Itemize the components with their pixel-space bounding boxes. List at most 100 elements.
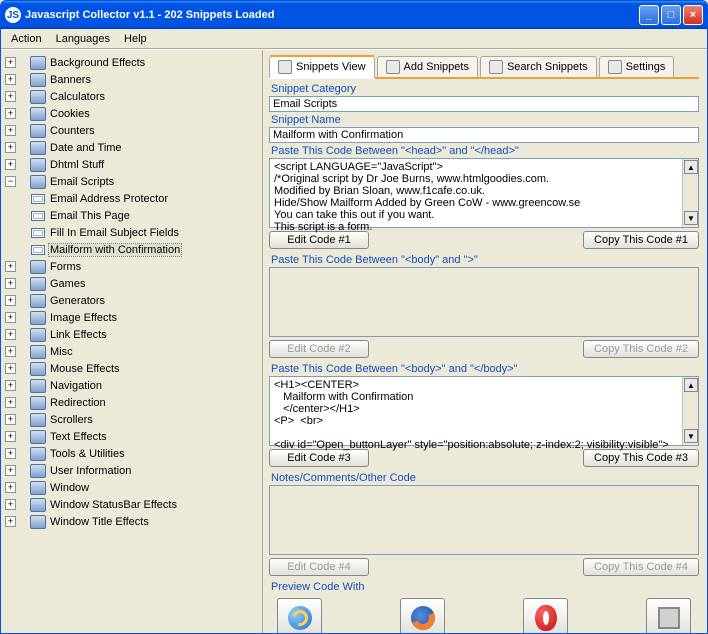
- tree-item[interactable]: +Image Effects: [3, 309, 260, 326]
- expand-icon[interactable]: +: [5, 431, 16, 442]
- code-box-4: [269, 485, 699, 555]
- tree-item[interactable]: +Counters: [3, 122, 260, 139]
- folder-icon: [30, 260, 46, 274]
- expand-icon[interactable]: +: [5, 91, 16, 102]
- folder-icon: [30, 90, 46, 104]
- tree-item[interactable]: +Games: [3, 275, 260, 292]
- folder-icon: [30, 345, 46, 359]
- tree-item[interactable]: +Forms: [3, 258, 260, 275]
- tree-leaf[interactable]: Email Address Protector: [3, 190, 260, 207]
- category-label: Snippet Category: [269, 81, 699, 96]
- expand-icon[interactable]: +: [5, 397, 16, 408]
- folder-icon: [30, 311, 46, 325]
- name-field[interactable]: Mailform with Confirmation: [269, 127, 699, 143]
- expand-icon[interactable]: +: [5, 363, 16, 374]
- menu-languages[interactable]: Languages: [50, 31, 116, 47]
- folder-icon: [30, 481, 46, 495]
- category-field[interactable]: Email Scripts: [269, 96, 699, 112]
- expand-icon[interactable]: +: [5, 346, 16, 357]
- expand-icon[interactable]: +: [5, 278, 16, 289]
- preview-firefox-button[interactable]: [400, 598, 445, 633]
- expand-icon[interactable]: +: [5, 312, 16, 323]
- tree-item[interactable]: +Window: [3, 479, 260, 496]
- expand-icon[interactable]: +: [5, 465, 16, 476]
- expand-icon[interactable]: +: [5, 125, 16, 136]
- tree-item[interactable]: +Dhtml Stuff: [3, 156, 260, 173]
- expand-icon[interactable]: +: [5, 482, 16, 493]
- preview-generic-button[interactable]: [646, 598, 691, 633]
- tree-item[interactable]: +Text Effects: [3, 428, 260, 445]
- tree-item[interactable]: +Scrollers: [3, 411, 260, 428]
- expand-icon[interactable]: +: [5, 295, 16, 306]
- scroll-up-icon[interactable]: ▲: [684, 160, 698, 174]
- tree-item[interactable]: +Mouse Effects: [3, 360, 260, 377]
- copy-code-1-button[interactable]: Copy This Code #1: [583, 231, 699, 249]
- expand-icon[interactable]: +: [5, 516, 16, 527]
- tree-item[interactable]: +Window StatusBar Effects: [3, 496, 260, 513]
- menu-help[interactable]: Help: [118, 31, 153, 47]
- scroll-up-icon[interactable]: ▲: [684, 378, 698, 392]
- folder-icon: [30, 175, 46, 189]
- scrollbar[interactable]: ▲▼: [682, 159, 698, 227]
- expand-icon[interactable]: +: [5, 142, 16, 153]
- tree-item[interactable]: +Tools & Utilities: [3, 445, 260, 462]
- code-box-1[interactable]: <script LANGUAGE="JavaScript"> /*Origina…: [269, 158, 699, 228]
- expand-icon[interactable]: +: [5, 329, 16, 340]
- scroll-down-icon[interactable]: ▼: [684, 429, 698, 443]
- tree-leaf[interactable]: Mailform with Confirmation: [3, 241, 260, 258]
- tab-settings[interactable]: Settings: [599, 56, 675, 77]
- tree-item[interactable]: +Banners: [3, 71, 260, 88]
- preview-ie-button[interactable]: [277, 598, 322, 633]
- expand-icon[interactable]: +: [5, 159, 16, 170]
- tab-add-snippets[interactable]: Add Snippets: [377, 56, 478, 77]
- folder-icon: [30, 464, 46, 478]
- tree-item[interactable]: +Cookies: [3, 105, 260, 122]
- code-box-3[interactable]: <H1><CENTER> Mailform with Confirmation …: [269, 376, 699, 446]
- expand-icon[interactable]: +: [5, 448, 16, 459]
- edit-code-1-button[interactable]: Edit Code #1: [269, 231, 369, 249]
- tree-item[interactable]: +Calculators: [3, 88, 260, 105]
- folder-icon: [30, 294, 46, 308]
- expand-icon[interactable]: +: [5, 414, 16, 425]
- expand-icon[interactable]: +: [5, 261, 16, 272]
- maximize-button[interactable]: □: [661, 5, 681, 25]
- edit-code-4-button: Edit Code #4: [269, 558, 369, 576]
- tree-item-email-scripts[interactable]: −Email Scripts: [3, 173, 260, 190]
- menubar: Action Languages Help: [1, 29, 707, 49]
- tree-item[interactable]: +Generators: [3, 292, 260, 309]
- tree-item[interactable]: +User Information: [3, 462, 260, 479]
- tree-item[interactable]: +Navigation: [3, 377, 260, 394]
- collapse-icon[interactable]: −: [5, 176, 16, 187]
- search-icon: [489, 60, 503, 74]
- scrollbar[interactable]: ▲▼: [682, 377, 698, 445]
- edit-code-3-button[interactable]: Edit Code #3: [269, 449, 369, 467]
- preview-opera-button[interactable]: [523, 598, 568, 633]
- expand-icon[interactable]: +: [5, 380, 16, 391]
- section1-label: Paste This Code Between "<head>" and "</…: [269, 143, 699, 158]
- tree-item[interactable]: +Date and Time: [3, 139, 260, 156]
- tab-search-snippets[interactable]: Search Snippets: [480, 56, 597, 77]
- tree-leaf[interactable]: Email This Page: [3, 207, 260, 224]
- expand-icon[interactable]: +: [5, 108, 16, 119]
- tab-snippets-view[interactable]: Snippets View: [269, 56, 375, 79]
- tree-item[interactable]: +Misc: [3, 343, 260, 360]
- menu-action[interactable]: Action: [5, 31, 48, 47]
- folder-icon: [30, 413, 46, 427]
- folder-icon: [30, 447, 46, 461]
- tree-item[interactable]: +Window Title Effects: [3, 513, 260, 530]
- category-tree[interactable]: +Background Effects+Banners+Calculators+…: [1, 50, 263, 633]
- tree-item[interactable]: +Background Effects: [3, 54, 260, 71]
- folder-icon: [30, 124, 46, 138]
- expand-icon[interactable]: +: [5, 74, 16, 85]
- expand-icon[interactable]: +: [5, 57, 16, 68]
- tree-item[interactable]: +Redirection: [3, 394, 260, 411]
- generic-icon: [658, 607, 680, 629]
- tree-item[interactable]: +Link Effects: [3, 326, 260, 343]
- tree-leaf[interactable]: Fill In Email Subject Fields: [3, 224, 260, 241]
- minimize-button[interactable]: _: [639, 5, 659, 25]
- copy-code-3-button[interactable]: Copy This Code #3: [583, 449, 699, 467]
- titlebar[interactable]: JS Javascript Collector v1.1 - 202 Snipp…: [1, 1, 707, 29]
- close-button[interactable]: ×: [683, 5, 703, 25]
- scroll-down-icon[interactable]: ▼: [684, 211, 698, 225]
- expand-icon[interactable]: +: [5, 499, 16, 510]
